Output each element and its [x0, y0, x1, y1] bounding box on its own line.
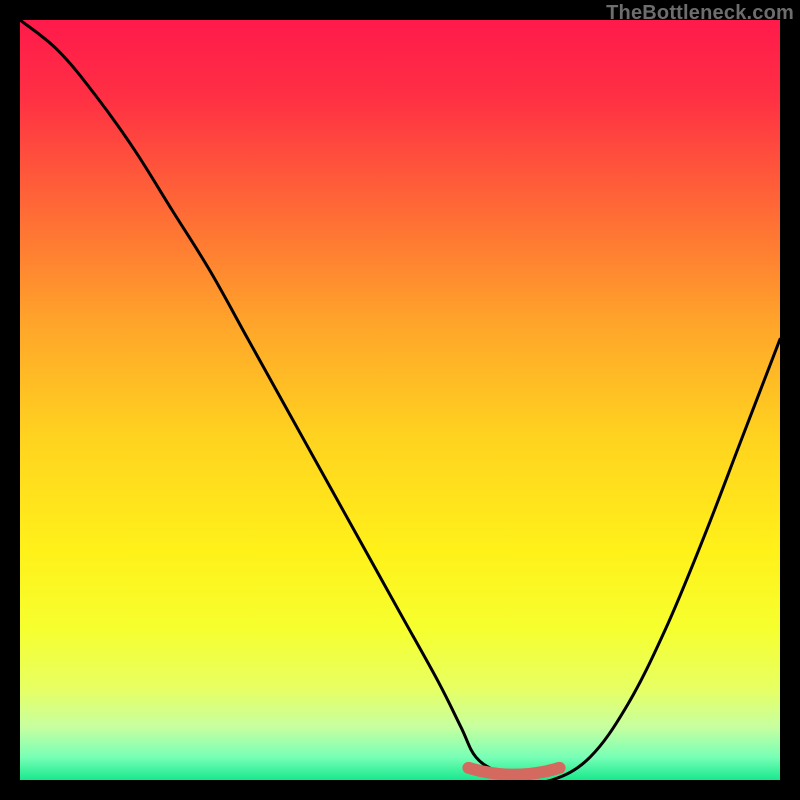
- chart-svg: [20, 20, 780, 780]
- optimal-range-marker: [468, 768, 559, 775]
- chart-plot-area: [20, 20, 780, 780]
- chart-frame: TheBottleneck.com: [0, 0, 800, 800]
- watermark-text: TheBottleneck.com: [606, 2, 794, 25]
- gradient-background: [20, 20, 780, 780]
